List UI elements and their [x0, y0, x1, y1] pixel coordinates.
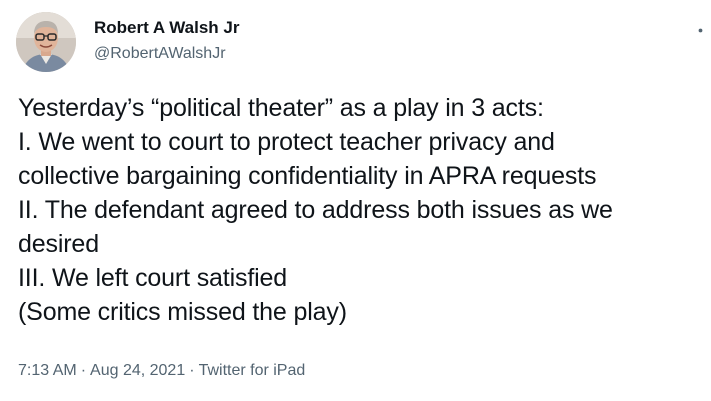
- author-display-name[interactable]: Robert A Walsh Jr: [94, 17, 239, 39]
- meta-separator: ·: [80, 362, 87, 379]
- tweet-card: Robert A Walsh Jr @RobertAWalshJr Yester…: [0, 0, 711, 401]
- tweet-date-link[interactable]: Aug 24, 2021: [90, 362, 185, 379]
- tweet-line: collective bargaining confidentiality in…: [18, 162, 597, 190]
- tweet-line: desired: [18, 230, 99, 258]
- tweet-line: (Some critics missed the play): [18, 298, 347, 326]
- tweet-time-link[interactable]: 7:13 AM: [18, 362, 77, 379]
- tweet-metadata: 7:13 AM · Aug 24, 2021 · Twitter for iPad: [18, 360, 305, 382]
- meta-separator: ·: [189, 362, 195, 379]
- tweet-line: I. We went to court to protect teacher p…: [18, 128, 555, 156]
- tweet-source-link[interactable]: Twitter for iPad: [199, 362, 306, 379]
- tweet-line: Yesterday’s “political theater” as a pla…: [18, 94, 544, 122]
- tweet-text: Yesterday’s “political theater” as a pla…: [18, 91, 708, 329]
- tweet-line: III. We left court satisfied: [18, 264, 288, 292]
- tweet-line: II. The defendant agreed to address both…: [18, 196, 613, 224]
- avatar[interactable]: [16, 12, 76, 72]
- profile-photo-icon: [16, 12, 76, 72]
- author-handle[interactable]: @RobertAWalshJr: [94, 43, 226, 65]
- more-options-button[interactable]: [692, 22, 708, 38]
- more-options-icon: [698, 28, 702, 32]
